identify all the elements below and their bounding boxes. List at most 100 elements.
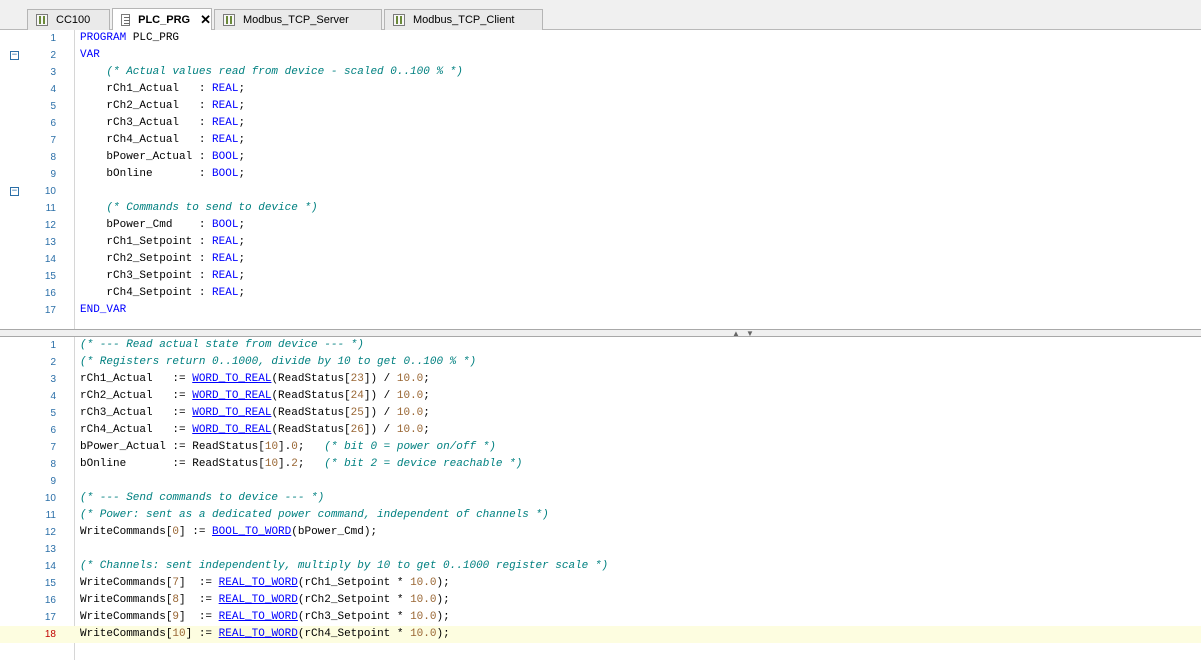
code-line[interactable]: 1 (* --- Read actual state from device --…: [0, 337, 1201, 354]
code-line[interactable]: 6 rCh3_Actual : REAL;: [0, 115, 1201, 132]
close-icon[interactable]: ✕: [200, 12, 211, 28]
editor-tab-bar: CC100 PLC_PRG ✕ Modbus_TCP_Server Modbus…: [0, 0, 1201, 30]
code-line[interactable]: 2 (* Registers return 0..1000, divide by …: [0, 354, 1201, 371]
code-text: rCh3_Setpoint : REAL;: [80, 270, 246, 282]
line-number: 14: [44, 561, 56, 572]
device-icon: [393, 14, 405, 26]
code-text: WriteCommands[9] := REAL_TO_WORD(rCh3_Se…: [80, 611, 450, 623]
code-line[interactable]: 17 END_VAR: [0, 302, 1201, 319]
line-number: 15: [44, 578, 56, 589]
device-icon: [223, 14, 235, 26]
code-text: bPower_Cmd : BOOL;: [80, 219, 246, 231]
code-line[interactable]: 17 WriteCommands[9] := REAL_TO_WORD(rCh3_…: [0, 609, 1201, 626]
code-line[interactable]: 14 (* Channels: sent independently, multi…: [0, 558, 1201, 575]
code-line[interactable]: 15 WriteCommands[7] := REAL_TO_WORD(rCh1_…: [0, 575, 1201, 592]
code-line[interactable]: 16 rCh4_Setpoint : REAL;: [0, 285, 1201, 302]
code-text: rCh2_Setpoint : REAL;: [80, 253, 246, 265]
line-number: 15: [44, 271, 56, 282]
tab-modbus-tcp-server[interactable]: Modbus_TCP_Server: [214, 9, 382, 30]
line-number: 6: [50, 425, 56, 436]
code-line[interactable]: 5 rCh2_Actual : REAL;: [0, 98, 1201, 115]
code-line[interactable]: 15 rCh3_Setpoint : REAL;: [0, 268, 1201, 285]
code-line[interactable]: 11 (* Power: sent as a dedicated power co…: [0, 507, 1201, 524]
code-line[interactable]: 12 WriteCommands[0] := BOOL_TO_WORD(bPowe…: [0, 524, 1201, 541]
line-number: 7: [50, 135, 56, 146]
code-line[interactable]: 7 bPower_Actual := ReadStatus[10].0; (* b…: [0, 439, 1201, 456]
code-line[interactable]: 8 bOnline := ReadStatus[10].2; (* bit 2 =…: [0, 456, 1201, 473]
code-line[interactable]: 14 rCh2_Setpoint : REAL;: [0, 251, 1201, 268]
code-text: bOnline := ReadStatus[10].2; (* bit 2 = …: [80, 458, 523, 470]
document-icon: [121, 13, 131, 26]
line-number: 16: [44, 288, 56, 299]
code-text: bOnline : BOOL;: [80, 168, 246, 180]
line-number: 4: [50, 84, 56, 95]
code-line[interactable]: 10 (* --- Send commands to device --- *): [0, 490, 1201, 507]
code-line[interactable]: 9 bOnline : BOOL;: [0, 166, 1201, 183]
code-line[interactable]: 3 rCh1_Actual := WORD_TO_REAL(ReadStatus[…: [0, 371, 1201, 388]
code-text: rCh1_Setpoint : REAL;: [80, 236, 246, 248]
implementation-editor[interactable]: 1 (* --- Read actual state from device --…: [0, 337, 1201, 660]
code-text: rCh2_Actual := WORD_TO_REAL(ReadStatus[2…: [80, 390, 430, 402]
line-number: 10: [44, 493, 56, 504]
code-text: (* Registers return 0..1000, divide by 1…: [80, 356, 477, 368]
line-number: 2: [50, 357, 56, 368]
code-line[interactable]: 13 rCh1_Setpoint : REAL;: [0, 234, 1201, 251]
line-number: 10: [44, 186, 56, 197]
line-number: 11: [45, 510, 56, 521]
code-text: rCh1_Actual : REAL;: [80, 83, 246, 95]
code-text: rCh4_Setpoint : REAL;: [80, 287, 246, 299]
tab-cc100[interactable]: CC100: [27, 9, 110, 30]
code-text: (* Actual values read from device - scal…: [106, 66, 463, 78]
code-text: PROGRAM PLC_PRG: [80, 32, 180, 44]
tab-label: PLC_PRG: [138, 13, 191, 26]
code-line[interactable]: 6 rCh4_Actual := WORD_TO_REAL(ReadStatus[…: [0, 422, 1201, 439]
code-text: rCh4_Actual : REAL;: [80, 134, 246, 146]
code-line[interactable]: 3 (* Actual values read from device - sc…: [0, 64, 1201, 81]
collapse-down-icon[interactable]: ▼: [746, 330, 754, 338]
code-text: rCh4_Actual := WORD_TO_REAL(ReadStatus[2…: [80, 424, 430, 436]
line-number: 12: [44, 220, 56, 231]
device-icon: [36, 14, 48, 26]
line-number: 6: [50, 118, 56, 129]
declaration-editor[interactable]: − − 1 PROGRAM PLC_PRG 2 VAR 3 (* Actual valu…: [0, 30, 1201, 329]
line-number: 5: [50, 101, 56, 112]
code-text: rCh2_Actual : REAL;: [80, 100, 246, 112]
code-text: WriteCommands[8] := REAL_TO_WORD(rCh2_Se…: [80, 594, 450, 606]
code-line[interactable]: 18 WriteCommands[10] := REAL_TO_WORD(rCh4…: [0, 626, 1201, 643]
line-number: 13: [44, 237, 56, 248]
code-line[interactable]: 11 (* Commands to send to device *): [0, 200, 1201, 217]
code-line[interactable]: 9: [0, 473, 1201, 490]
line-number: 9: [50, 169, 56, 180]
code-text: bPower_Actual := ReadStatus[10].0; (* bi…: [80, 441, 496, 453]
tab-label: Modbus_TCP_Server: [243, 14, 349, 26]
line-number: 11: [45, 203, 56, 214]
tab-modbus-tcp-client[interactable]: Modbus_TCP_Client: [384, 9, 543, 30]
code-text: rCh3_Actual := WORD_TO_REAL(ReadStatus[2…: [80, 407, 430, 419]
code-text: (* Channels: sent independently, multipl…: [80, 560, 609, 572]
code-text: WriteCommands[10] := REAL_TO_WORD(rCh4_S…: [80, 628, 450, 640]
line-number: 5: [50, 408, 56, 419]
code-line[interactable]: 5 rCh3_Actual := WORD_TO_REAL(ReadStatus[…: [0, 405, 1201, 422]
line-number: 16: [44, 595, 56, 606]
line-number: 13: [44, 544, 56, 555]
code-line[interactable]: 13: [0, 541, 1201, 558]
collapse-up-icon[interactable]: ▲: [732, 330, 740, 338]
tab-label: CC100: [56, 14, 91, 26]
code-line[interactable]: 12 bPower_Cmd : BOOL;: [0, 217, 1201, 234]
code-line[interactable]: 4 rCh1_Actual : REAL;: [0, 81, 1201, 98]
code-text: END_VAR: [80, 304, 127, 316]
code-line[interactable]: 4 rCh2_Actual := WORD_TO_REAL(ReadStatus[…: [0, 388, 1201, 405]
code-line[interactable]: 1 PROGRAM PLC_PRG: [0, 30, 1201, 47]
code-line[interactable]: 8 bPower_Actual : BOOL;: [0, 149, 1201, 166]
code-line[interactable]: 10: [0, 183, 1201, 200]
tab-plc-prg[interactable]: PLC_PRG ✕: [112, 8, 212, 30]
line-number: 7: [50, 442, 56, 453]
pane-splitter[interactable]: ▲ ▼: [0, 329, 1201, 338]
code-line[interactable]: 2 VAR: [0, 47, 1201, 64]
code-line[interactable]: 16 WriteCommands[8] := REAL_TO_WORD(rCh2_…: [0, 592, 1201, 609]
code-line[interactable]: 7 rCh4_Actual : REAL;: [0, 132, 1201, 149]
line-number: 17: [44, 305, 56, 316]
line-number: 3: [50, 374, 56, 385]
code-text: VAR: [80, 49, 100, 61]
line-number: 3: [50, 67, 56, 78]
